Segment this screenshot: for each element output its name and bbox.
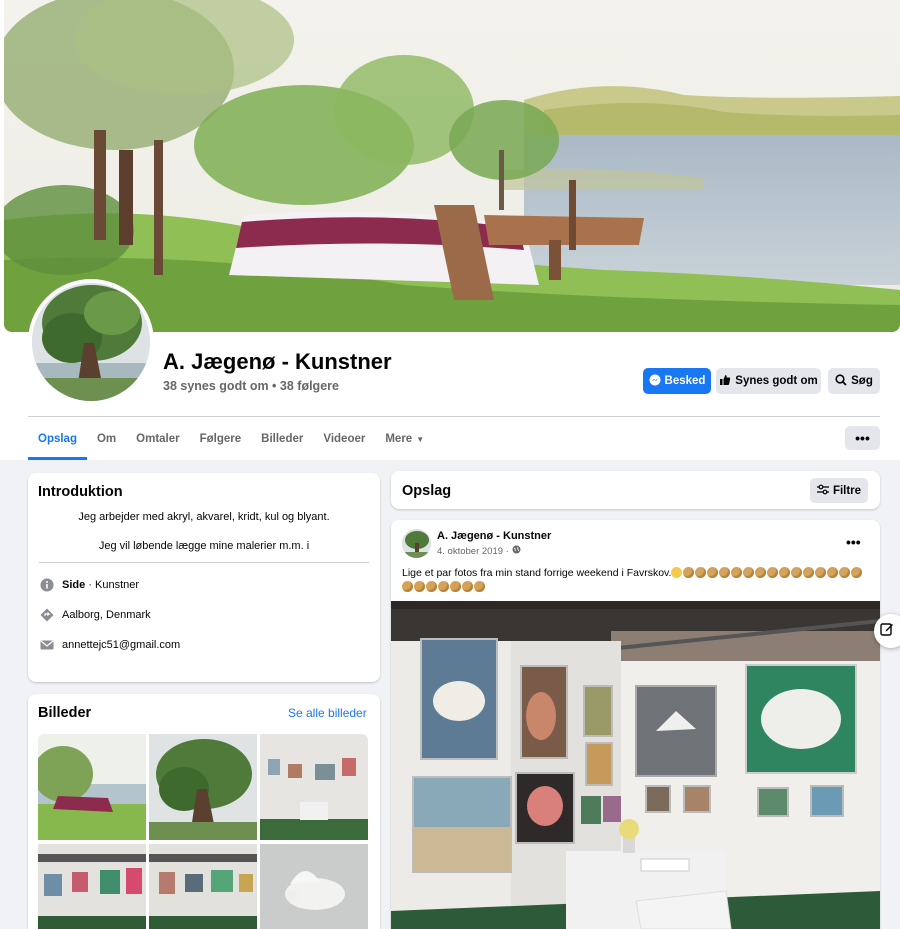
compose-icon xyxy=(880,622,894,641)
cookie-emoji-icon xyxy=(827,567,839,578)
photo-thumbnail[interactable] xyxy=(38,734,146,840)
location-icon xyxy=(39,607,54,622)
post-options-button[interactable]: ••• xyxy=(846,534,861,550)
message-button-label: Besked xyxy=(664,375,706,387)
intro-location: Aalborg, Denmark xyxy=(39,607,151,622)
photo-thumbnail[interactable] xyxy=(149,844,257,929)
intro-category: Side · Kunstner xyxy=(39,577,139,592)
intro-bio-line: Jeg arbejder med akryl, akvarel, kridt, … xyxy=(78,511,330,523)
photo-thumbnail[interactable] xyxy=(260,734,368,840)
post-date[interactable]: 4. oktober 2019 · xyxy=(437,546,509,557)
post-author-avatar[interactable] xyxy=(402,529,431,558)
message-button[interactable]: Besked xyxy=(643,368,711,394)
smiley-emoji-icon xyxy=(671,567,683,578)
posts-header-card: Opslag xyxy=(391,471,880,509)
search-button[interactable]: Søg xyxy=(828,368,880,394)
page-stats[interactable]: 38 synes godt om • 38 følgere xyxy=(163,379,339,393)
cookie-emoji-icon xyxy=(851,567,863,578)
cookie-emoji-icon xyxy=(791,567,803,578)
post-timestamp: 4. oktober 2019 · xyxy=(437,545,521,557)
cookie-emoji-icon xyxy=(683,567,695,578)
tab-label: Omtaler xyxy=(136,433,180,445)
tab-label: Følgere xyxy=(199,433,242,445)
tab-reviews[interactable]: Omtaler xyxy=(126,418,189,460)
messenger-icon xyxy=(649,374,661,389)
page-tabs: Opslag Om Omtaler Følgere Billeder Video… xyxy=(28,418,434,460)
new-message-button[interactable] xyxy=(874,614,900,648)
post-author-name[interactable]: A. Jægenø - Kunstner xyxy=(437,530,551,542)
category-prefix: Side xyxy=(62,578,86,591)
like-page-button[interactable]: Synes godt om xyxy=(716,368,821,394)
cookie-emoji-icon xyxy=(414,581,425,592)
cookie-emoji-icon xyxy=(474,581,485,592)
intro-title: Introduktion xyxy=(38,484,123,500)
tab-posts[interactable]: Opslag xyxy=(28,418,87,460)
tab-label: Opslag xyxy=(38,433,77,445)
cover-photo[interactable] xyxy=(4,0,900,332)
intro-bio-line: Jeg vil løbende lægge mine malerier m.m.… xyxy=(98,540,310,552)
post-photo[interactable] xyxy=(391,601,880,929)
thumbs-up-icon xyxy=(719,374,731,389)
see-all-photos-link[interactable]: Se alle billeder xyxy=(288,706,367,720)
page-more-button[interactable]: ••• xyxy=(845,426,880,450)
photos-title: Billeder xyxy=(38,705,92,721)
search-button-label: Søg xyxy=(851,375,873,387)
cookie-emoji-icon xyxy=(743,567,755,578)
email-value[interactable]: annettejc51@gmail.com xyxy=(62,639,180,651)
category-value: · Kunstner xyxy=(85,578,140,591)
photo-thumbnail[interactable] xyxy=(260,844,368,929)
cookie-emoji-icon xyxy=(450,581,461,592)
header-divider xyxy=(28,416,880,417)
email-icon xyxy=(39,637,54,652)
cookie-emoji-icon xyxy=(839,567,851,578)
tab-followers[interactable]: Følgere xyxy=(190,418,252,460)
post-body: Lige et par fotos fra min stand forrige … xyxy=(402,567,672,579)
tab-label: Billeder xyxy=(261,433,304,445)
globe-icon xyxy=(512,545,521,557)
cookie-emoji-icon xyxy=(707,567,719,578)
tab-about[interactable]: Om xyxy=(87,418,126,460)
cookie-emoji-icon xyxy=(755,567,767,578)
tab-photos[interactable]: Billeder xyxy=(251,418,313,460)
location-value[interactable]: Aalborg, Denmark xyxy=(62,609,151,621)
intro-divider xyxy=(39,562,369,563)
caret-down-icon: ▼ xyxy=(416,434,425,444)
like-button-label: Synes godt om xyxy=(735,375,818,387)
page-avatar[interactable] xyxy=(28,279,154,405)
cookie-emoji-icon xyxy=(462,581,473,592)
cookie-emoji-icon xyxy=(402,581,413,592)
cookie-emoji-icon xyxy=(731,567,743,578)
cookie-emoji-icon xyxy=(695,567,707,578)
photo-thumbnail[interactable] xyxy=(38,844,146,929)
filter-label: Filtre xyxy=(832,484,862,497)
posts-title: Opslag xyxy=(402,483,452,499)
photo-thumbnail[interactable] xyxy=(149,734,257,840)
intro-email: annettejc51@gmail.com xyxy=(39,637,180,652)
tab-label: Mere xyxy=(385,433,413,445)
cookie-emoji-icon xyxy=(426,581,437,592)
tab-more[interactable]: Mere ▼ xyxy=(375,418,434,460)
tab-videos[interactable]: Videoer xyxy=(313,418,375,460)
intro-card: Introduktion Jeg arbejder med akryl, akv… xyxy=(28,473,380,682)
search-icon xyxy=(835,373,847,389)
filter-button[interactable]: Filtre xyxy=(810,478,868,503)
tab-label: Videoer xyxy=(323,433,366,445)
cookie-emoji-icon xyxy=(719,567,731,578)
cookie-emoji-icon xyxy=(779,567,791,578)
cookie-emoji-icon xyxy=(815,567,827,578)
info-icon xyxy=(39,577,54,592)
page-title: A. Jægenø - Kunstner xyxy=(163,349,392,374)
cookie-emoji-icon xyxy=(438,581,449,592)
filter-icon xyxy=(816,484,829,498)
post-text: Lige et par fotos fra min stand forrige … xyxy=(402,566,870,594)
tab-label: Om xyxy=(96,433,117,445)
cookie-emoji-icon xyxy=(767,567,779,578)
cookie-emoji-icon xyxy=(803,567,815,578)
